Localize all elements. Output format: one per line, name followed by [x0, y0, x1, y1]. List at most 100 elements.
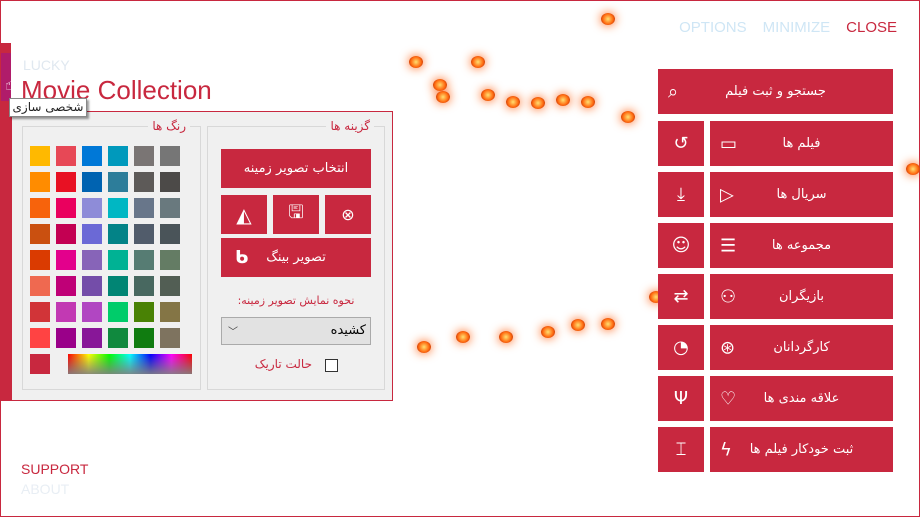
color-swatch[interactable]: [82, 250, 102, 270]
display-mode-select[interactable]: کشیده ﹀: [221, 317, 371, 345]
chevron-down-icon: ﹀: [228, 327, 238, 338]
color-swatch[interactable]: [56, 276, 76, 296]
history-icon: ↺: [673, 133, 689, 154]
color-swatch[interactable]: [30, 302, 50, 322]
color-swatch[interactable]: [108, 172, 128, 192]
side-tile-import-export[interactable]: ⇄: [658, 274, 704, 319]
color-swatch[interactable]: [134, 172, 154, 192]
menu-tile-label: بازیگران: [779, 289, 824, 304]
lantern: [436, 91, 450, 103]
color-swatch[interactable]: [160, 224, 180, 244]
color-swatch[interactable]: [134, 146, 154, 166]
theater-masks-icon: ☺: [671, 235, 691, 256]
color-swatch[interactable]: [56, 302, 76, 322]
color-swatch[interactable]: [30, 276, 50, 296]
menu-tile[interactable]: علاقه مندی ها ♡: [710, 376, 893, 421]
color-swatch[interactable]: [160, 276, 180, 296]
current-color-swatch[interactable]: [30, 354, 50, 374]
menu-tile[interactable]: کارگردانان ⊛: [710, 325, 893, 370]
bing-image-button[interactable]: تصویر بینگ ᑲ: [221, 238, 371, 277]
options-button[interactable]: OPTIONS: [679, 19, 747, 36]
dark-mode-label: حالت تاریک: [254, 357, 312, 371]
color-spectrum-picker[interactable]: [68, 354, 192, 374]
color-swatch[interactable]: [56, 198, 76, 218]
menu-tile[interactable]: فیلم ها ▭: [710, 121, 893, 166]
menu-tile-label: ثبت خودکار فیلم ها: [749, 442, 854, 457]
lantern: [531, 97, 545, 109]
color-swatch[interactable]: [82, 302, 102, 322]
save-button[interactable]: 🖫: [273, 195, 319, 234]
color-swatch[interactable]: [160, 172, 180, 192]
color-swatch[interactable]: [160, 250, 180, 270]
color-swatch[interactable]: [160, 302, 180, 322]
support-link[interactable]: SUPPORT: [21, 461, 88, 477]
color-swatch[interactable]: [30, 146, 50, 166]
color-swatch[interactable]: [134, 250, 154, 270]
lightning-icon: ϟ: [720, 439, 732, 460]
search-label: جستجو و ثبت فیلم: [725, 84, 826, 99]
color-swatch[interactable]: [108, 198, 128, 218]
color-swatch[interactable]: [82, 172, 102, 192]
playlist-icon: ☰: [720, 235, 737, 256]
color-swatch[interactable]: [82, 146, 102, 166]
usb-icon: Ψ: [673, 388, 689, 409]
search-icon: ⌕: [668, 81, 679, 102]
tv-play-icon: ▷: [720, 184, 734, 205]
dark-mode-checkbox[interactable]: [325, 359, 338, 372]
color-swatch[interactable]: [82, 328, 102, 348]
color-swatch[interactable]: [82, 276, 102, 296]
color-swatch[interactable]: [134, 328, 154, 348]
color-swatch[interactable]: [108, 328, 128, 348]
minimize-button[interactable]: MINIMIZE: [763, 19, 831, 36]
color-swatch[interactable]: [134, 302, 154, 322]
color-swatch[interactable]: [108, 146, 128, 166]
color-swatch[interactable]: [160, 146, 180, 166]
color-swatch[interactable]: [30, 328, 50, 348]
color-swatch[interactable]: [108, 276, 128, 296]
close-button[interactable]: CLOSE: [846, 19, 897, 36]
options-legend: گزینه ها: [326, 119, 374, 133]
color-swatch[interactable]: [82, 198, 102, 218]
side-tile-theater-masks[interactable]: ☺: [658, 223, 704, 268]
color-swatch[interactable]: [82, 224, 102, 244]
color-swatch[interactable]: [30, 224, 50, 244]
side-tile-usb[interactable]: Ψ: [658, 376, 704, 421]
menu-tile[interactable]: مجموعه ها ☰: [710, 223, 893, 268]
color-swatch[interactable]: [134, 276, 154, 296]
color-swatch[interactable]: [56, 172, 76, 192]
menu-tile[interactable]: سریال ها ▷: [710, 172, 893, 217]
color-swatch[interactable]: [108, 302, 128, 322]
side-tile-download[interactable]: ⤓: [658, 172, 704, 217]
side-tile-rename[interactable]: ⌶: [658, 427, 704, 472]
lantern: [541, 326, 555, 338]
hand-cursor-icon: ☝: [5, 75, 15, 94]
color-swatch[interactable]: [56, 328, 76, 348]
color-swatch[interactable]: [134, 198, 154, 218]
flip-button[interactable]: ◭: [221, 195, 267, 234]
side-tile-history[interactable]: ↺: [658, 121, 704, 166]
color-swatch[interactable]: [56, 224, 76, 244]
color-swatch[interactable]: [160, 328, 180, 348]
menu-tile-label: سریال ها: [776, 187, 827, 202]
choose-background-button[interactable]: انتخاب تصویر زمینه: [221, 149, 371, 188]
about-link[interactable]: ABOUT: [21, 481, 69, 497]
color-swatch[interactable]: [56, 250, 76, 270]
color-swatch[interactable]: [30, 250, 50, 270]
color-swatch[interactable]: [134, 224, 154, 244]
search-tile[interactable]: جستجو و ثبت فیلم ⌕: [658, 69, 893, 114]
bing-label: تصویر بینگ: [266, 250, 326, 265]
color-swatch[interactable]: [108, 250, 128, 270]
color-swatch[interactable]: [108, 224, 128, 244]
lantern: [417, 341, 431, 353]
menu-tile[interactable]: بازیگران ⚇: [710, 274, 893, 319]
menu-tile[interactable]: ثبت خودکار فیلم ها ϟ: [710, 427, 893, 472]
color-swatch[interactable]: [56, 146, 76, 166]
lantern: [601, 318, 615, 330]
flip-icon: ◭: [236, 202, 252, 227]
color-swatch[interactable]: [30, 198, 50, 218]
remove-background-button[interactable]: ⊗: [325, 195, 371, 234]
color-swatch[interactable]: [30, 172, 50, 192]
color-swatch[interactable]: [160, 198, 180, 218]
side-tile-pie-chart[interactable]: ◔: [658, 325, 704, 370]
colors-group: رنگ ها: [22, 119, 201, 390]
